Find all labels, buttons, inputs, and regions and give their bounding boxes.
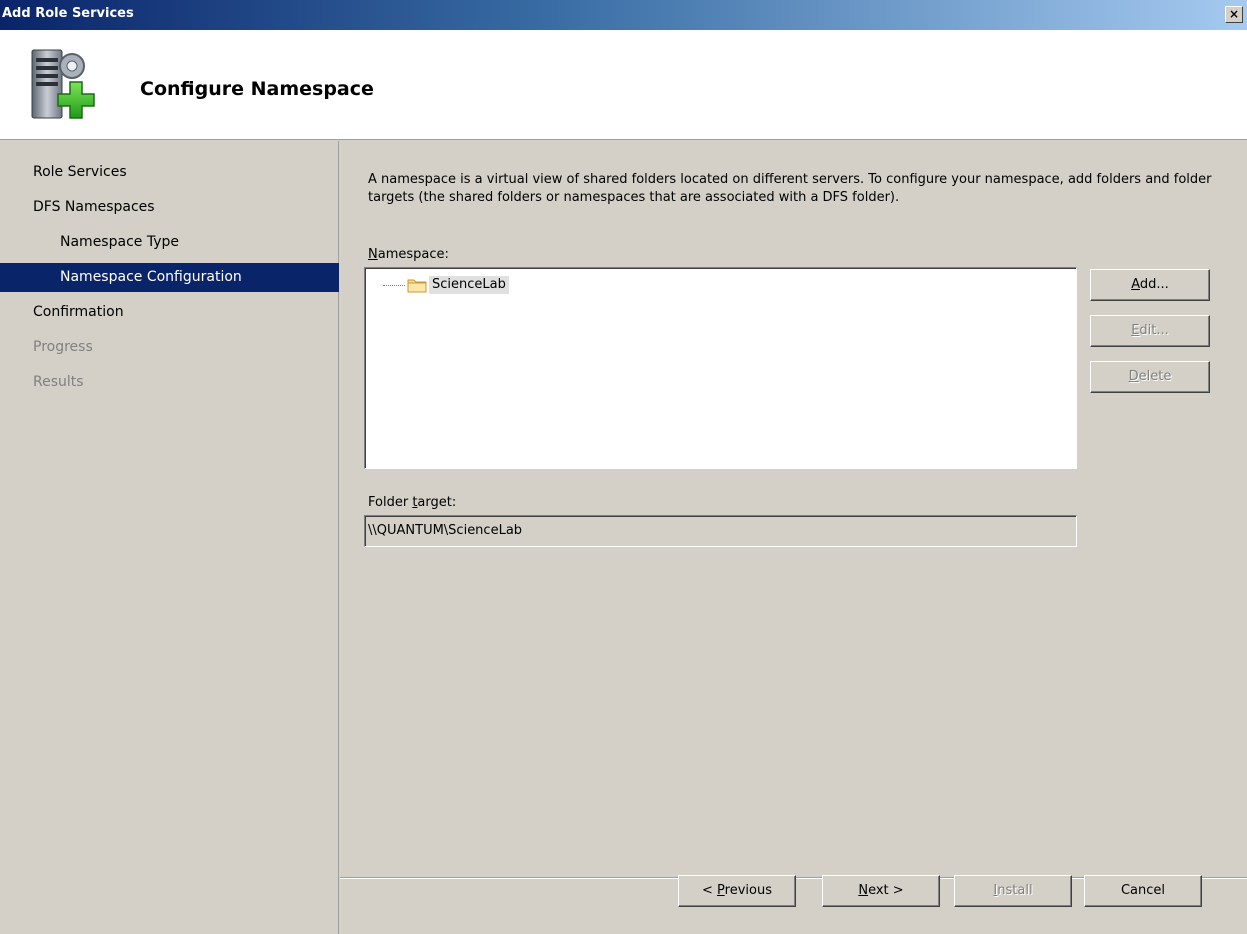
nav-step-namespace-configuration[interactable]: Namespace Configuration	[0, 263, 339, 292]
folder-target-label: Folder target:	[368, 495, 457, 510]
add-button[interactable]: Add...	[1090, 269, 1210, 301]
folder-target-field[interactable]: \\QUANTUM\ScienceLab	[364, 515, 1077, 547]
install-button[interactable]: Install	[954, 875, 1072, 907]
tree-connector	[383, 285, 405, 286]
folder-icon	[407, 279, 427, 293]
edit-button[interactable]: Edit...	[1090, 315, 1210, 347]
page-description: A namespace is a virtual view of shared …	[368, 172, 1212, 205]
next-button[interactable]: Next >	[822, 875, 940, 907]
wizard-steps-nav: Role Services DFS Namespaces Namespace T…	[0, 141, 339, 934]
title-bar[interactable]: Add Role Services ×	[0, 0, 1247, 30]
cancel-button[interactable]: Cancel	[1084, 875, 1202, 907]
nav-step-role-services[interactable]: Role Services	[0, 158, 339, 187]
nav-step-confirmation[interactable]: Confirmation	[0, 298, 339, 327]
main-content: A namespace is a virtual view of shared …	[340, 141, 1247, 934]
nav-step-dfs-namespaces[interactable]: DFS Namespaces	[0, 193, 339, 222]
previous-button[interactable]: < Previous	[678, 875, 796, 907]
close-button[interactable]: ×	[1225, 6, 1243, 23]
page-heading: Configure Namespace	[140, 78, 374, 100]
server-add-icon	[31, 49, 95, 119]
header-banner: Configure Namespace	[0, 30, 1247, 140]
nav-step-namespace-type[interactable]: Namespace Type	[0, 228, 339, 257]
namespace-label: Namespace:	[368, 247, 449, 262]
delete-button[interactable]: Delete	[1090, 361, 1210, 393]
nav-step-results: Results	[33, 374, 84, 390]
tree-node-label[interactable]: ScienceLab	[429, 276, 509, 294]
window-title: Add Role Services	[2, 6, 134, 21]
namespace-tree[interactable]: ScienceLab	[364, 267, 1077, 469]
nav-step-progress: Progress	[33, 339, 93, 355]
